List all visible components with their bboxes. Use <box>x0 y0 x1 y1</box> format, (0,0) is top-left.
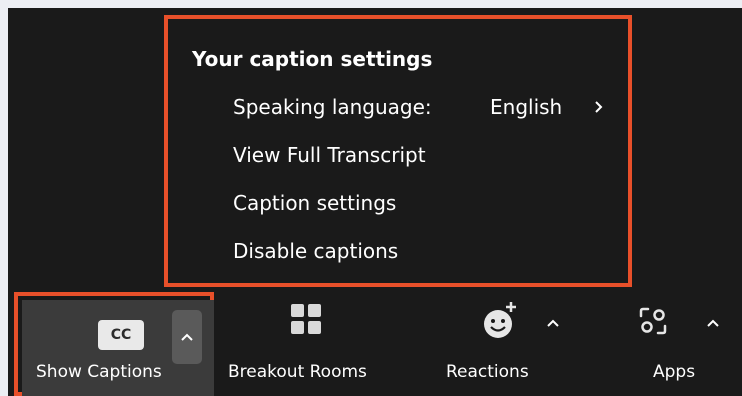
breakout-rooms-icon[interactable] <box>290 303 322 335</box>
chevron-up-icon <box>181 333 193 341</box>
popup-title: Your caption settings <box>192 47 433 71</box>
reactions-icon[interactable] <box>480 300 524 340</box>
reactions-label[interactable]: Reactions <box>446 362 529 382</box>
caption-settings-item[interactable]: Caption settings <box>233 191 396 215</box>
apps-chevron-up-icon[interactable] <box>706 318 720 328</box>
chevron-right-icon[interactable] <box>594 99 604 115</box>
cc-icon: CC <box>98 320 144 350</box>
reactions-chevron-up-icon[interactable] <box>546 318 560 328</box>
caption-settings-popup: Your caption settings Speaking language:… <box>164 15 632 287</box>
show-captions-label: Show Captions <box>36 362 162 382</box>
show-captions-options-button[interactable] <box>172 310 202 364</box>
disable-captions-item[interactable]: Disable captions <box>233 239 398 263</box>
apps-icon[interactable] <box>638 306 668 336</box>
speaking-language-item[interactable]: Speaking language: <box>233 95 432 119</box>
view-full-transcript-item[interactable]: View Full Transcript <box>233 143 426 167</box>
speaking-language-value[interactable]: English <box>490 95 562 119</box>
apps-label[interactable]: Apps <box>653 362 695 382</box>
breakout-rooms-label[interactable]: Breakout Rooms <box>228 362 367 382</box>
